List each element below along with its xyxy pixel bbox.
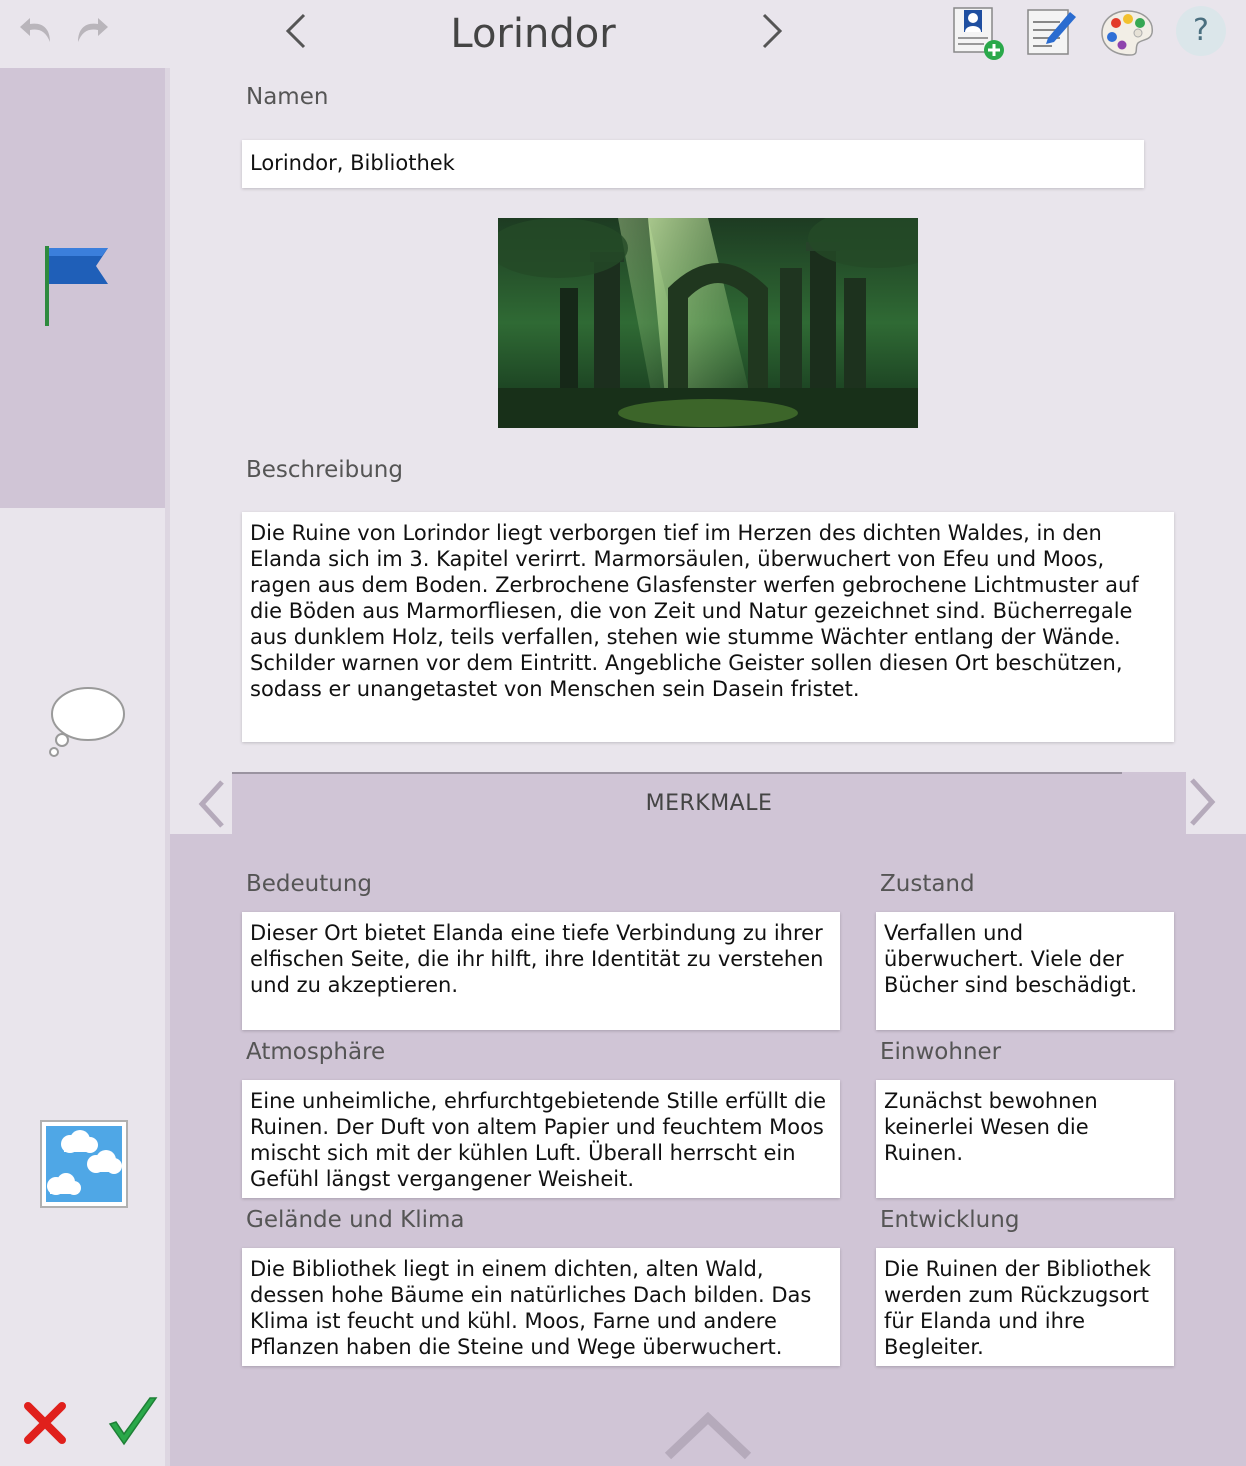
chevron-right-icon[interactable] bbox=[752, 6, 792, 56]
development-field[interactable]: Die Ruinen der Bibliothek werden zum Rüc… bbox=[876, 1248, 1174, 1366]
help-button[interactable]: ? bbox=[1176, 6, 1226, 56]
flag-icon[interactable] bbox=[36, 238, 116, 330]
terrain-field[interactable]: Die Bibliothek liegt in einem dichten, a… bbox=[242, 1248, 840, 1366]
undo-icon[interactable] bbox=[16, 8, 60, 52]
chevron-left-icon[interactable] bbox=[276, 6, 316, 56]
condition-value: Verfallen und überwuchert. Viele der Büc… bbox=[884, 921, 1138, 997]
inhabitants-field[interactable]: Zunächst bewohnen keinerlei Wesen die Ru… bbox=[876, 1080, 1174, 1198]
significance-label: Bedeutung bbox=[246, 871, 373, 897]
chevron-right-icon[interactable] bbox=[1184, 774, 1220, 830]
terrain-label: Gelände und Klima bbox=[246, 1207, 465, 1233]
chevron-up-icon[interactable] bbox=[664, 1411, 752, 1460]
speech-bubble-icon[interactable] bbox=[44, 682, 128, 762]
inhabitants-value: Zunächst bewohnen keinerlei Wesen die Ru… bbox=[884, 1089, 1105, 1165]
description-value: Die Ruine von Lorindor liegt verborgen t… bbox=[250, 521, 1146, 701]
name-field[interactable]: Lorindor, Bibliothek bbox=[242, 140, 1144, 188]
description-label: Beschreibung bbox=[246, 457, 403, 483]
name-value: Lorindor, Bibliothek bbox=[250, 151, 455, 175]
atmosphere-value: Eine unheimliche, ehrfurchtgebietende St… bbox=[250, 1089, 833, 1191]
chevron-left-icon[interactable] bbox=[194, 776, 230, 832]
features-title: MERKMALE bbox=[645, 791, 773, 816]
atmosphere-label: Atmosphäre bbox=[246, 1039, 386, 1065]
redo-icon[interactable] bbox=[68, 8, 112, 52]
checkmark-icon bbox=[108, 1397, 158, 1446]
cancel-button[interactable] bbox=[20, 1398, 70, 1448]
add-character-icon[interactable] bbox=[950, 4, 1008, 62]
name-label: Namen bbox=[246, 84, 329, 110]
development-label: Entwicklung bbox=[880, 1207, 1020, 1233]
page-title: Lorindor bbox=[450, 11, 616, 57]
edit-notes-icon[interactable] bbox=[1022, 4, 1080, 62]
description-field[interactable]: Die Ruine von Lorindor liegt verborgen t… bbox=[242, 512, 1174, 742]
inhabitants-label: Einwohner bbox=[880, 1039, 1002, 1065]
close-icon bbox=[24, 1402, 66, 1444]
condition-label: Zustand bbox=[880, 871, 975, 897]
terrain-value: Die Bibliothek liegt in einem dichten, a… bbox=[250, 1257, 819, 1359]
palette-icon[interactable] bbox=[1098, 4, 1156, 62]
confirm-button[interactable] bbox=[104, 1394, 160, 1450]
condition-field[interactable]: Verfallen und überwuchert. Viele der Büc… bbox=[876, 912, 1174, 1030]
atmosphere-field[interactable]: Eine unheimliche, ehrfurchtgebietende St… bbox=[242, 1080, 840, 1198]
development-value: Die Ruinen der Bibliothek werden zum Rüc… bbox=[884, 1257, 1158, 1359]
location-image[interactable] bbox=[498, 218, 918, 428]
significance-field[interactable]: Dieser Ort bietet Elanda eine tiefe Verb… bbox=[242, 912, 840, 1030]
image-icon[interactable] bbox=[40, 1120, 128, 1208]
significance-value: Dieser Ort bietet Elanda eine tiefe Verb… bbox=[250, 921, 831, 997]
